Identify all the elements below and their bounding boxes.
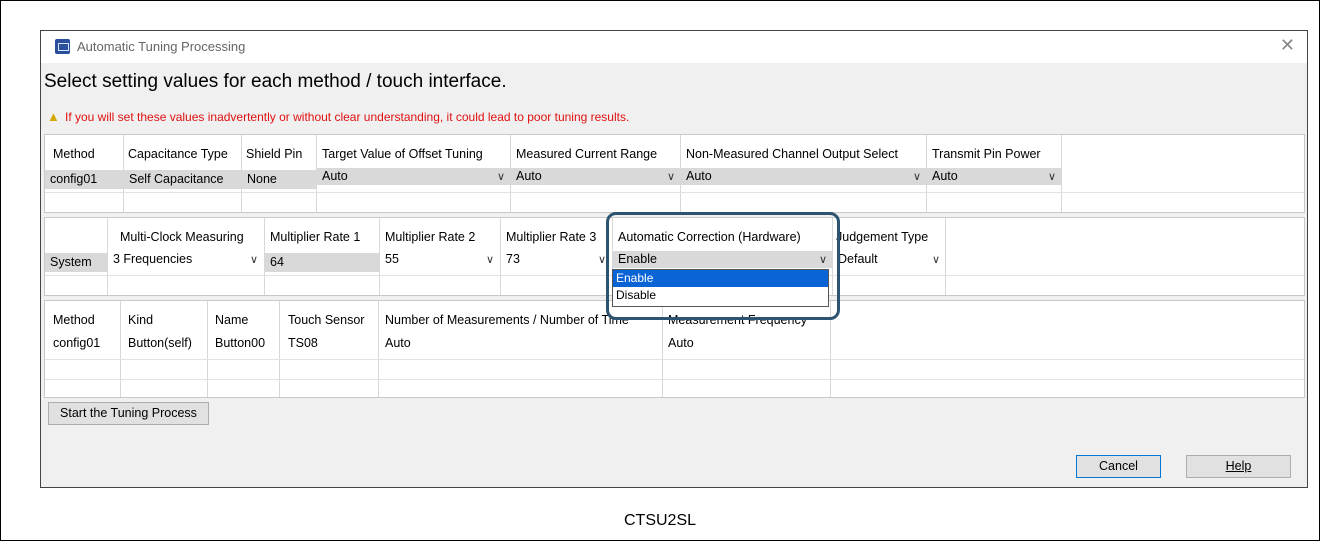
page-heading: Select setting values for each method / … bbox=[44, 71, 507, 92]
cell-shield-pin: None bbox=[242, 170, 316, 189]
chevron-down-icon: ∨ bbox=[913, 171, 922, 183]
header-current-range: Measured Current Range bbox=[516, 147, 658, 161]
select-multiplier-3[interactable]: 73 bbox=[501, 251, 612, 268]
header-kind: Kind bbox=[128, 313, 154, 327]
header-multi-clock: Multi-Clock Measuring bbox=[120, 230, 244, 244]
cell-system-label: System bbox=[45, 253, 107, 272]
chevron-down-icon: ∨ bbox=[497, 171, 506, 183]
header-touch-sensor: Touch Sensor bbox=[288, 313, 365, 327]
header-target-offset: Target Value of Offset Tuning bbox=[322, 147, 483, 161]
cell-method-name: config01 bbox=[45, 170, 123, 189]
start-tuning-button[interactable]: Start the Tuning Process bbox=[48, 402, 209, 425]
select-multi-clock[interactable]: 3 Frequencies bbox=[108, 251, 264, 268]
cell-capacitance-type: Self Capacitance bbox=[124, 170, 241, 189]
header-method: Method bbox=[53, 147, 95, 161]
header-num-measurements: Number of Measurements / Number of Time bbox=[385, 313, 629, 327]
select-nonmeasured-output[interactable]: Auto bbox=[681, 168, 926, 185]
input-multiplier-1[interactable]: 64 bbox=[265, 253, 379, 272]
warning-text: If you will set these values inadvertent… bbox=[65, 110, 630, 124]
title-bar: Automatic Tuning Processing ✕ bbox=[41, 31, 1307, 63]
chevron-down-icon: ∨ bbox=[932, 254, 941, 266]
cell-kind: Button(self) bbox=[128, 336, 192, 350]
figure-caption: CTSU2SL bbox=[623, 512, 697, 529]
chevron-down-icon: ∨ bbox=[598, 254, 607, 266]
header-multiplier-1: Multiplier Rate 1 bbox=[270, 230, 361, 244]
cell-method-name: config01 bbox=[53, 336, 101, 350]
header-nonmeasured-output: Non-Measured Channel Output Select bbox=[686, 147, 898, 161]
warning-triangle-icon: ▲ bbox=[47, 109, 60, 124]
header-shield-pin: Shield Pin bbox=[246, 147, 303, 161]
cell-name: Button00 bbox=[215, 336, 266, 350]
highlight-annotation-box bbox=[606, 212, 840, 320]
chevron-down-icon: ∨ bbox=[667, 171, 676, 183]
header-multiplier-2: Multiplier Rate 2 bbox=[385, 230, 476, 244]
app-icon bbox=[55, 39, 70, 54]
method-settings-table: Method Capacitance Type Shield Pin Targe… bbox=[44, 134, 1305, 213]
header-capacitance-type: Capacitance Type bbox=[128, 147, 228, 161]
select-measurement-frequency[interactable]: Auto bbox=[663, 334, 694, 353]
window-title: Automatic Tuning Processing bbox=[77, 39, 246, 54]
select-target-offset[interactable]: Auto bbox=[317, 168, 510, 185]
cell-touch-sensor: TS08 bbox=[288, 336, 318, 350]
select-transmit-power[interactable]: Auto bbox=[927, 168, 1061, 185]
header-transmit-power: Transmit Pin Power bbox=[932, 147, 1041, 161]
close-icon[interactable]: ✕ bbox=[1280, 35, 1295, 55]
chevron-down-icon: ∨ bbox=[486, 254, 495, 266]
header-method: Method bbox=[53, 313, 95, 327]
help-button[interactable]: Help bbox=[1186, 455, 1291, 478]
select-current-range[interactable]: Auto bbox=[511, 168, 680, 185]
chevron-down-icon: ∨ bbox=[250, 254, 259, 266]
header-multiplier-3: Multiplier Rate 3 bbox=[506, 230, 597, 244]
header-judgement-type: Judgement Type bbox=[836, 230, 929, 244]
select-judgement-type[interactable]: Default bbox=[833, 251, 945, 268]
header-name: Name bbox=[215, 313, 249, 327]
cancel-button[interactable]: Cancel bbox=[1076, 455, 1161, 478]
select-num-measurements[interactable]: Auto bbox=[380, 334, 411, 353]
help-label: Help bbox=[1225, 459, 1252, 473]
select-multiplier-2[interactable]: 55 bbox=[380, 251, 500, 268]
chevron-down-icon: ∨ bbox=[1048, 171, 1057, 183]
